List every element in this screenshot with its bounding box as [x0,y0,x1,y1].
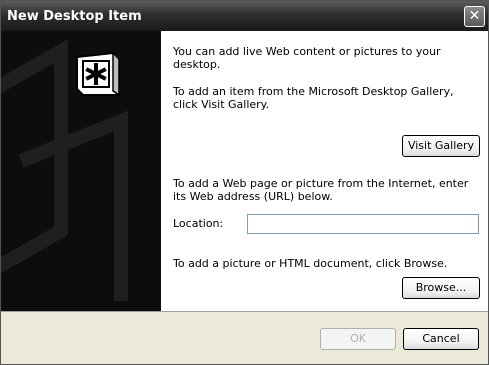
close-icon: ✕ [468,8,481,24]
left-banner [1,31,161,311]
title-bar[interactable]: New Desktop Item ✕ [1,1,488,31]
browse-button[interactable]: Browse... [402,277,480,299]
gallery-instructions: To add an item from the Microsoft Deskto… [173,85,454,111]
ok-button[interactable]: OK [320,328,396,350]
browse-instructions: To add a picture or HTML document, click… [173,257,448,270]
visit-gallery-button[interactable]: Visit Gallery [402,135,480,157]
web-address-instructions: To add a Web page or picture from the In… [173,177,469,203]
new-desktop-item-dialog: New Desktop Item ✕ You can add live Web … [0,0,489,365]
intro-text: You can add live Web content or pictures… [173,45,441,71]
desktop-item-icon [76,51,120,97]
dialog-footer: OK Cancel [1,312,488,364]
location-input[interactable] [247,214,479,234]
cancel-button[interactable]: Cancel [403,328,479,350]
close-button[interactable]: ✕ [464,6,485,27]
window-title: New Desktop Item [7,8,142,24]
content-panel: You can add live Web content or pictures… [161,31,488,311]
location-label: Location: [173,217,224,230]
